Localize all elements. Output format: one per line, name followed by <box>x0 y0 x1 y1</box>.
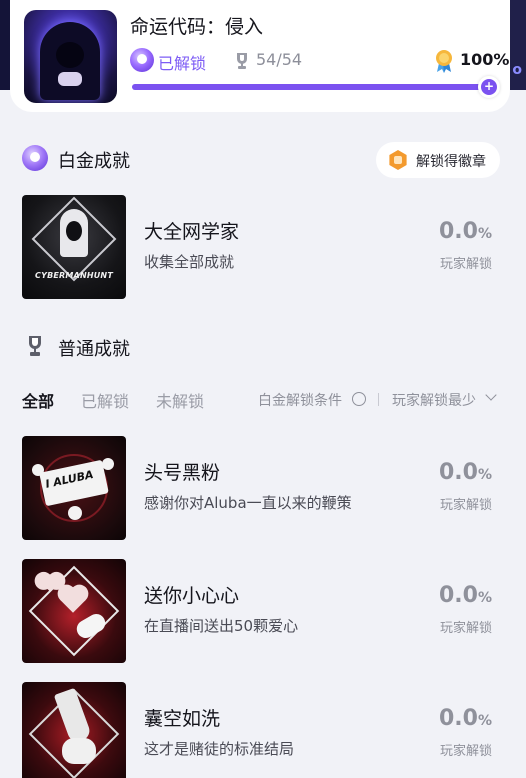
trophy-icon <box>237 53 247 69</box>
achievement-unlock-rate: 0.0% <box>439 460 492 485</box>
achievement-rate-label: 玩家解锁 <box>439 621 492 636</box>
tab-all[interactable]: 全部 <box>22 388 54 412</box>
achievement-image-text: I ALUBA <box>44 467 95 491</box>
platinum-trophy-icon <box>130 48 154 72</box>
platinum-section-header: 白金成就 <box>22 145 222 173</box>
achievement-image-text: CYBERMANHUNT <box>35 271 113 280</box>
game-summary-card: 命运代码：侵入 已解锁 54/54 100% <box>10 0 510 112</box>
achievement-name: 大全网学家 <box>144 221 240 243</box>
backdrop-edge-glyph: o <box>512 62 522 78</box>
medal-icon <box>436 50 452 73</box>
achievement-image <box>22 559 126 663</box>
achievement-name: 送你小心心 <box>144 585 240 607</box>
trophy-icon <box>29 336 41 356</box>
completion-percent: 100% <box>460 50 510 69</box>
achievement-filter-bar: 全部 已解锁 未解锁 白金解锁条件 玩家解锁最少 <box>0 386 526 414</box>
achievement-description: 感谢你对Aluba一直以来的鞭策 <box>144 494 352 512</box>
achievement-item[interactable]: I ALUBA 头号黑粉 感谢你对Aluba一直以来的鞭策 0.0% 玩家解锁 <box>0 436 526 540</box>
chevron-down-icon[interactable] <box>485 389 497 401</box>
achievement-rate-label: 玩家解锁 <box>439 257 492 272</box>
tab-unlocked[interactable]: 已解锁 <box>81 388 129 412</box>
rate-value: 0.0 <box>438 219 478 244</box>
trophy-count: 54/54 <box>256 50 303 69</box>
rate-unit: % <box>477 713 492 729</box>
rate-value: 0.0 <box>438 706 478 731</box>
rate-value: 0.0 <box>438 583 478 608</box>
progress-fill <box>132 84 500 90</box>
game-title: 命运代码：侵入 <box>130 16 264 38</box>
rate-unit: % <box>477 467 492 483</box>
unlocked-status-label: 已解锁 <box>158 54 207 73</box>
achievement-item[interactable]: 囊空如洗 这才是赌徒的标准结局 0.0% 玩家解锁 <box>0 682 526 778</box>
platinum-condition-label[interactable]: 白金解锁条件 <box>258 390 342 410</box>
achievement-name: 囊空如洗 <box>144 708 221 730</box>
achievement-description: 在直播间送出50颗爱心 <box>144 617 299 635</box>
achievement-rate-label: 玩家解锁 <box>439 498 492 513</box>
achievement-image <box>22 682 126 778</box>
achievement-unlock-rate: 0.0% <box>439 583 492 608</box>
achievement-item[interactable]: 送你小心心 在直播间送出50颗爱心 0.0% 玩家解锁 <box>0 559 526 663</box>
progress-knob <box>478 76 500 98</box>
tab-locked[interactable]: 未解锁 <box>156 388 204 412</box>
platinum-condition-radio[interactable] <box>352 392 366 406</box>
achievement-image: CYBERMANHUNT <box>22 195 126 299</box>
rate-unit: % <box>477 226 492 242</box>
rate-value: 0.0 <box>438 460 478 485</box>
achievement-rate-label: 玩家解锁 <box>439 744 492 759</box>
game-cover-image[interactable] <box>24 10 117 103</box>
achievement-image: I ALUBA <box>22 436 126 540</box>
sort-dropdown[interactable]: 玩家解锁最少 <box>392 390 476 410</box>
platinum-section-title: 白金成就 <box>58 151 130 172</box>
unlock-badge-label: 解锁得徽章 <box>416 154 486 170</box>
badge-icon <box>389 150 407 170</box>
achievement-description: 收集全部成就 <box>144 253 235 271</box>
achievement-unlock-rate: 0.0% <box>439 219 492 244</box>
achievement-name: 头号黑粉 <box>144 462 221 484</box>
normal-section-header: 普通成就 <box>22 333 222 361</box>
platinum-trophy-icon <box>22 145 48 171</box>
rate-unit: % <box>477 590 492 606</box>
platinum-achievement-item[interactable]: CYBERMANHUNT 大全网学家 收集全部成就 0.0% 玩家解锁 <box>0 195 526 299</box>
unlock-badge-button[interactable]: 解锁得徽章 <box>376 142 500 178</box>
normal-section-title: 普通成就 <box>58 339 130 360</box>
completion-progress-bar <box>132 76 500 98</box>
achievement-description: 这才是赌徒的标准结局 <box>144 740 295 758</box>
unlock-stats-row: 已解锁 54/54 100% <box>130 48 509 74</box>
achievement-unlock-rate: 0.0% <box>439 706 492 731</box>
filter-divider <box>378 393 379 406</box>
